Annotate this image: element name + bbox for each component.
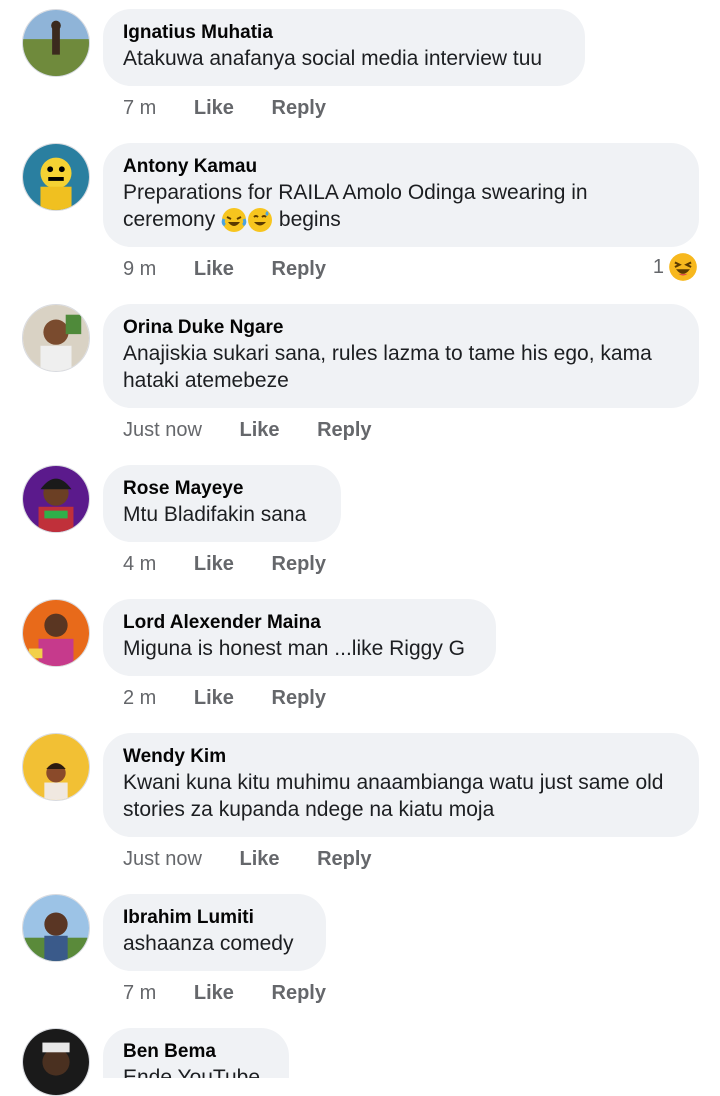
comment-time[interactable]: 7 m <box>123 95 156 121</box>
comment-time[interactable]: Just now <box>123 417 202 443</box>
comment-actions: 2 m Like Reply <box>123 685 326 711</box>
comment-author[interactable]: Orina Duke Ngare <box>123 316 679 340</box>
reply-button[interactable]: Reply <box>272 551 326 577</box>
comment-actions: Just now Like Reply <box>123 417 372 443</box>
comment-time[interactable]: 2 m <box>123 685 156 711</box>
comment-author[interactable]: Ignatius Muhatia <box>123 21 565 45</box>
reply-button[interactable]: Reply <box>317 846 371 872</box>
comment-text: Ende YouTube <box>123 1066 261 1078</box>
reaction-summary[interactable]: 1 <box>653 252 698 282</box>
like-button[interactable]: Like <box>194 980 234 1006</box>
comment-bubble: Rose Mayeye Mtu Bladifakin sana <box>103 465 341 542</box>
comment-author[interactable]: Rose Mayeye <box>123 477 321 501</box>
avatar[interactable] <box>22 304 90 372</box>
laughing-emoji <box>668 252 698 282</box>
like-button[interactable]: Like <box>240 417 280 443</box>
avatar[interactable] <box>22 1028 90 1096</box>
like-button[interactable]: Like <box>194 685 234 711</box>
comment-author[interactable]: Antony Kamau <box>123 155 679 179</box>
comment-bubble: Ben Bema Ende YouTube <box>103 1028 289 1078</box>
comment-actions: Just now Like Reply <box>123 846 372 872</box>
like-button[interactable]: Like <box>194 95 234 121</box>
avatar[interactable] <box>22 599 90 667</box>
comment-text-part: Preparations for RAILA Amolo Odinga swea… <box>123 181 588 231</box>
crying-laughing-emoji <box>221 207 247 233</box>
comment-actions: 7 m Like Reply <box>123 980 326 1006</box>
comment-text: Mtu Bladifakin sana <box>123 503 307 526</box>
comment-bubble: Orina Duke Ngare Anajiskia sukari sana, … <box>103 304 699 408</box>
comment-actions: 4 m Like Reply <box>123 551 326 577</box>
comment-bubble: Ignatius Muhatia Atakuwa anafanya social… <box>103 9 585 86</box>
comment-text: Atakuwa anafanya social media interview … <box>123 47 543 70</box>
comment-author[interactable]: Ibrahim Lumiti <box>123 906 306 930</box>
comment-text: ashaanza comedy <box>123 932 294 955</box>
comment-text: Preparations for RAILA Amolo Odinga swea… <box>123 179 679 233</box>
like-button[interactable]: Like <box>194 551 234 577</box>
avatar[interactable] <box>22 143 90 211</box>
comment-author[interactable]: Ben Bema <box>123 1040 269 1064</box>
reply-button[interactable]: Reply <box>272 95 326 121</box>
comment-bubble: Lord Alexender Maina Miguna is honest ma… <box>103 599 496 676</box>
avatar[interactable] <box>22 733 90 801</box>
reaction-count: 1 <box>652 255 664 278</box>
grinning-sweat-emoji <box>247 207 273 233</box>
comment-time[interactable]: 4 m <box>123 551 156 577</box>
avatar[interactable] <box>22 9 90 77</box>
comment-bubble: Wendy Kim Kwani kuna kitu muhimu anaambi… <box>103 733 699 837</box>
comment-bubble: Ibrahim Lumiti ashaanza comedy <box>103 894 326 971</box>
like-button[interactable]: Like <box>240 846 280 872</box>
comment-bubble: Antony Kamau Preparations for RAILA Amol… <box>103 143 699 248</box>
comment-actions: 9 m Like Reply <box>123 256 326 282</box>
comment-time[interactable]: 7 m <box>123 980 156 1006</box>
comment-text: Anajiskia sukari sana, rules lazma to ta… <box>123 342 652 392</box>
comment-text-part: begins <box>278 208 341 231</box>
like-button[interactable]: Like <box>194 256 234 282</box>
comment-author[interactable]: Lord Alexender Maina <box>123 611 476 635</box>
reply-button[interactable]: Reply <box>272 980 326 1006</box>
comment-text: Miguna is honest man ...like Riggy G <box>123 637 465 660</box>
comment-time[interactable]: 9 m <box>123 256 156 282</box>
comment-author[interactable]: Wendy Kim <box>123 745 679 769</box>
reply-button[interactable]: Reply <box>317 417 371 443</box>
avatar[interactable] <box>22 894 90 962</box>
comment-actions: 7 m Like Reply <box>123 95 326 121</box>
reply-button[interactable]: Reply <box>272 685 326 711</box>
comment-text: Kwani kuna kitu muhimu anaambianga watu … <box>123 771 664 821</box>
avatar[interactable] <box>22 465 90 533</box>
comment-time[interactable]: Just now <box>123 846 202 872</box>
reply-button[interactable]: Reply <box>272 256 326 282</box>
